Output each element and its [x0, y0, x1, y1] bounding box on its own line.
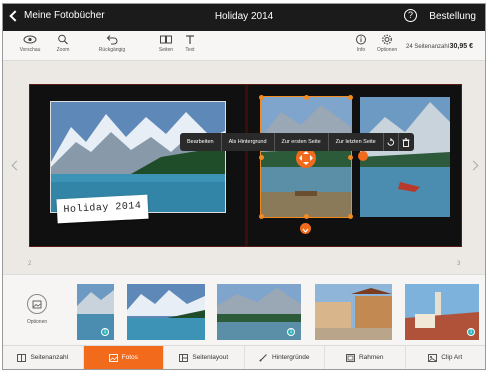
strip-photo-thumb[interactable] [315, 284, 392, 340]
tab-photos[interactable]: Fotos [83, 346, 164, 369]
options-label: Optionen [376, 47, 398, 53]
app-window: Meine Fotobücher Holiday 2014 ? Bestellu… [2, 3, 486, 370]
gear-icon [382, 34, 392, 45]
order-button[interactable]: Bestellung [429, 11, 476, 22]
village-street-thumb-image [315, 284, 392, 340]
photo-strip: Optionen 1 1 1 [3, 274, 485, 346]
tab-clip-art[interactable]: Clip Art [406, 346, 486, 369]
photo-used-badge: 1 [287, 328, 295, 336]
resize-handle-bottom-left[interactable] [259, 214, 264, 219]
strip-options-button[interactable]: Optionen [23, 294, 51, 325]
preview-label: Vorschau [19, 47, 41, 53]
move-arrows-icon [299, 151, 313, 165]
resize-handle-bottom-right[interactable] [348, 214, 353, 219]
rotate-button[interactable] [384, 133, 399, 151]
zoom-button[interactable]: Zoom [48, 34, 78, 53]
photo-caption-text[interactable]: Holiday 2014 [56, 194, 149, 224]
resize-handle-left[interactable] [259, 155, 264, 160]
tab-frames-label: Rahmen [358, 354, 384, 361]
pages-icon [160, 35, 172, 44]
preview-button[interactable]: Vorschau [15, 34, 45, 53]
tab-frames[interactable]: Rahmen [325, 346, 406, 369]
page-count-icon [17, 353, 27, 362]
set-background-menu-item[interactable]: Als Hintergrund [222, 133, 275, 151]
resize-handle-right[interactable] [348, 155, 353, 160]
rotate-icon [387, 137, 395, 146]
tab-page-count-label: Seitenanzahl [30, 354, 69, 361]
top-bar: Meine Fotobücher Holiday 2014 ? Bestellu… [3, 4, 485, 31]
strip-photo-thumb[interactable] [127, 284, 205, 340]
chevron-down-icon [302, 228, 309, 233]
strip-photo-thumb[interactable]: 1 [405, 284, 479, 340]
tab-backgrounds-label: Hintergründe [271, 354, 310, 361]
tab-backgrounds[interactable]: Hintergründe [245, 346, 325, 369]
swap-down-handle[interactable] [300, 223, 311, 234]
info-icon [356, 34, 366, 45]
undo-label: Rückgängig [98, 47, 126, 53]
photo-used-badge: 1 [101, 328, 109, 336]
book-spine [245, 85, 248, 246]
layout-icon [179, 353, 189, 362]
text-icon [186, 35, 194, 44]
right-page-number: 3 [457, 261, 461, 267]
trash-icon [402, 137, 410, 147]
info-label: Info [356, 47, 366, 53]
photos-icon [32, 300, 42, 308]
edit-menu-item[interactable]: Bearbeiten [180, 133, 222, 151]
strip-options-label: Optionen [26, 319, 48, 325]
clipart-icon [428, 353, 438, 362]
frame-icon [346, 353, 355, 362]
toolbar: Vorschau Zoom Rückgängig Seiten Text Inf… [3, 31, 485, 61]
move-photo-handle[interactable] [296, 148, 316, 168]
undo-icon [106, 35, 118, 45]
text-label: Text [185, 47, 195, 53]
undo-button[interactable]: Rückgängig [97, 34, 127, 53]
price: 30,95 € [449, 43, 473, 50]
editor-canvas: Bearbeiten Als Hintergrund Zur ersten Se… [3, 61, 485, 274]
tab-photos-label: Fotos [121, 354, 138, 361]
photo-used-badge: 1 [467, 328, 475, 336]
magnifier-icon [58, 34, 68, 45]
photo-options-circle [27, 294, 47, 314]
resize-handle-top-left[interactable] [259, 95, 264, 100]
photo-context-menu: Bearbeiten Als Hintergrund Zur ersten Se… [180, 133, 414, 151]
lake-mountain-thumb-image [127, 284, 205, 340]
bottom-tab-bar: Seitenanzahl Fotos Seitenlayout Hintergr… [3, 345, 485, 369]
resize-handle-top[interactable] [304, 95, 309, 100]
tab-page-layout-label: Seitenlayout [192, 354, 229, 361]
options-button[interactable]: Optionen [372, 34, 402, 53]
tab-page-layout[interactable]: Seitenlayout [164, 346, 245, 369]
previous-page-arrow-icon[interactable] [11, 160, 22, 171]
strip-photo-thumb[interactable]: 1 [217, 284, 301, 340]
left-page-number: 2 [28, 261, 32, 267]
swap-right-handle[interactable] [358, 151, 368, 161]
strip-photo-thumb[interactable]: 1 [77, 284, 114, 340]
tab-page-count[interactable]: Seitenanzahl [3, 346, 84, 369]
zoom-label: Zoom [56, 47, 70, 53]
pages-label: Seiten [158, 47, 174, 53]
brush-icon [259, 353, 267, 361]
move-to-first-page-menu-item[interactable]: Zur ersten Seite [275, 133, 329, 151]
photo-book-spread [29, 84, 462, 247]
resize-handle-top-right[interactable] [348, 95, 353, 100]
text-button[interactable]: Text [175, 34, 205, 53]
tab-clip-art-label: Clip Art [441, 354, 463, 361]
delete-button[interactable] [399, 133, 414, 151]
help-icon[interactable]: ? [404, 9, 417, 22]
page-count: 24 Seitenanzahl [406, 44, 450, 50]
right-page-photo[interactable] [360, 97, 450, 217]
next-page-arrow-icon[interactable] [468, 160, 479, 171]
eye-icon [23, 35, 37, 44]
resize-handle-bottom[interactable] [304, 214, 309, 219]
move-to-last-page-menu-item[interactable]: Zur letzten Seite [329, 133, 384, 151]
photos-icon [108, 353, 118, 362]
mountain-lake-boat-image [360, 97, 450, 217]
